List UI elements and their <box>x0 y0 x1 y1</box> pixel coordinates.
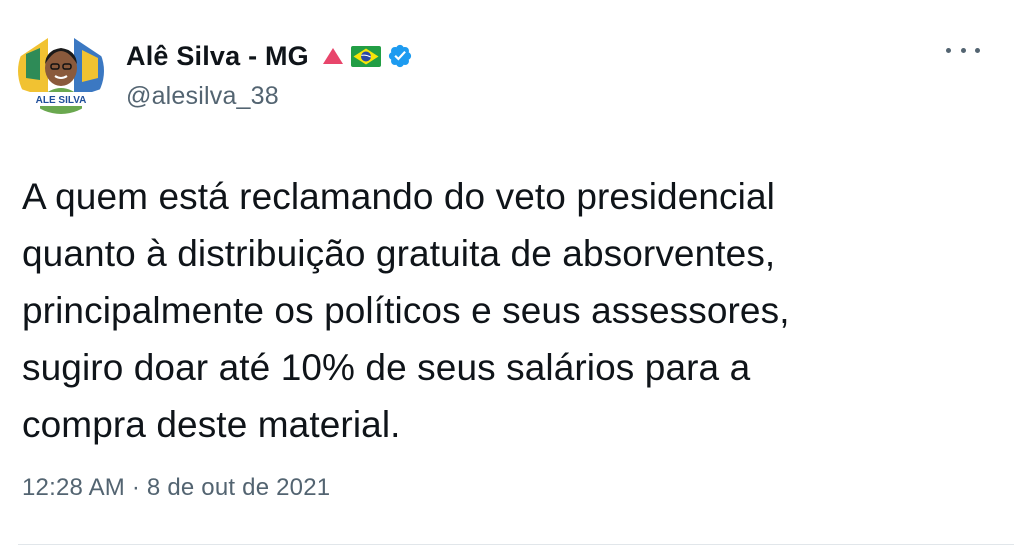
tweet-card: ALE SILVA Alê Silva - MG @alesilva_38 A … <box>0 0 1014 549</box>
verified-badge-icon <box>388 44 411 68</box>
name-row: Alê Silva - MG <box>126 36 974 76</box>
red-triangle-icon <box>322 48 343 64</box>
divider <box>18 544 1014 545</box>
tweet-timestamp[interactable]: 12:28 AM · 8 de out de 2021 <box>22 474 330 502</box>
tweet-text: A quem está reclamando do veto presidenc… <box>22 176 790 445</box>
avatar-caption: ALE SILVA <box>36 95 87 106</box>
avatar-image: ALE SILVA <box>18 28 104 114</box>
more-dot-icon <box>960 47 966 53</box>
brazil-flag-icon <box>350 45 381 67</box>
display-name[interactable]: Alê Silva - MG <box>126 41 309 72</box>
more-dot-icon <box>946 47 951 53</box>
avatar[interactable]: ALE SILVA <box>18 28 104 114</box>
user-handle[interactable]: @alesilva_38 <box>126 82 974 111</box>
more-dot-icon <box>975 47 980 53</box>
more-options-button[interactable] <box>946 40 980 60</box>
tweet-header: Alê Silva - MG @alesilva_38 <box>126 36 974 111</box>
